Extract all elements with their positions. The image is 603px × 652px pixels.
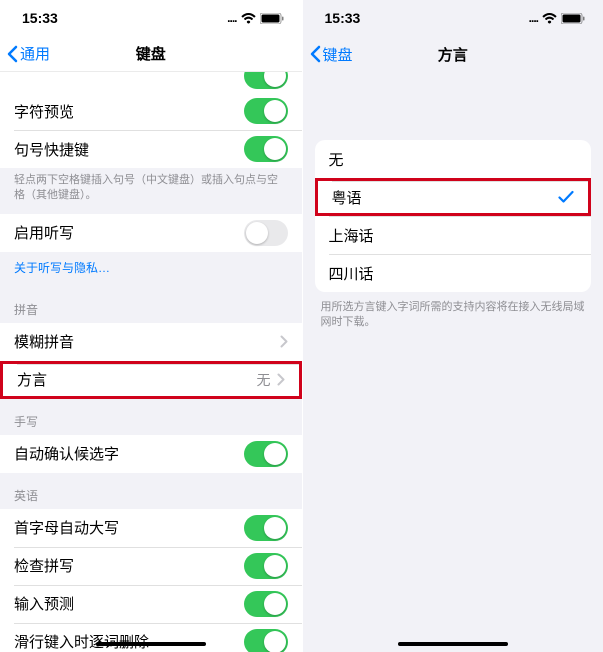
dialect-none-row[interactable]: 无 bbox=[315, 140, 592, 178]
dictation-row[interactable]: 启用听写 bbox=[0, 214, 302, 252]
fuzzy-pinyin-label: 模糊拼音 bbox=[14, 331, 280, 352]
toggle-partial[interactable] bbox=[244, 72, 288, 89]
swipe-delete-row[interactable]: 滑行键入时逐词删除 bbox=[0, 623, 302, 652]
dialect-cantonese-label: 粤语 bbox=[332, 187, 559, 208]
eng-header: 英语 bbox=[0, 473, 302, 509]
cellular-icon: .... bbox=[227, 11, 236, 25]
eng-group: 首字母自动大写检查拼写输入预测滑行键入时逐词删除 bbox=[0, 509, 302, 652]
status-bar: 15:33 .... bbox=[0, 0, 302, 36]
char-preview-label: 字符预览 bbox=[14, 101, 244, 122]
wifi-icon bbox=[542, 13, 557, 24]
spell-check-label: 检查拼写 bbox=[14, 555, 244, 576]
dictation-group: 启用听写 bbox=[0, 214, 302, 252]
char-preview-row[interactable]: 字符预览 bbox=[0, 92, 302, 130]
dialect-footer: 用所选方言键入字词所需的支持内容将在接入无线局域网时下载。 bbox=[315, 292, 592, 339]
dialect-row[interactable]: 方言无 bbox=[0, 361, 302, 399]
wifi-icon bbox=[241, 13, 256, 24]
dialect-list: 无粤语上海话四川话 bbox=[315, 140, 592, 292]
dialect-cantonese-row[interactable]: 粤语 bbox=[315, 178, 592, 216]
fuzzy-pinyin-row[interactable]: 模糊拼音 bbox=[0, 323, 302, 361]
page-title: 键盘 bbox=[136, 43, 166, 64]
spell-check-row[interactable]: 检查拼写 bbox=[0, 547, 302, 585]
page-title: 方言 bbox=[438, 44, 468, 65]
back-label: 通用 bbox=[20, 43, 50, 64]
dictation-link[interactable]: 关于听写与隐私… bbox=[0, 252, 302, 287]
screen-dialect: 15:33 .... 键盘 方言 无粤语上海话四川话 用所选方言键入字词所需的支… bbox=[302, 0, 603, 652]
back-button[interactable]: 键盘 bbox=[309, 44, 353, 65]
cellular-icon: .... bbox=[529, 11, 538, 25]
dialect-sichuan-row[interactable]: 四川话 bbox=[315, 254, 592, 292]
chevron-right-icon bbox=[277, 373, 285, 386]
hand-header: 手写 bbox=[0, 399, 302, 435]
top-group: 字符预览句号快捷键 bbox=[0, 72, 302, 168]
auto-confirm-label: 自动确认候选字 bbox=[14, 443, 244, 464]
auto-confirm-toggle[interactable] bbox=[244, 441, 288, 467]
home-indicator bbox=[96, 642, 206, 646]
swipe-delete-toggle[interactable] bbox=[244, 629, 288, 652]
dialect-none-label: 无 bbox=[329, 149, 578, 170]
top-footer: 轻点两下空格键插入句号（中文键盘）或插入句点与空格（其他键盘）。 bbox=[0, 168, 302, 214]
partial-row bbox=[0, 72, 302, 92]
back-button[interactable]: 通用 bbox=[6, 43, 50, 64]
dialect-shanghai-row[interactable]: 上海话 bbox=[315, 216, 592, 254]
status-bar: 15:33 .... bbox=[303, 0, 603, 36]
dialect-sichuan-label: 四川话 bbox=[329, 263, 578, 284]
period-shortcut-toggle[interactable] bbox=[244, 136, 288, 162]
predict-toggle[interactable] bbox=[244, 591, 288, 617]
auto-confirm-row[interactable]: 自动确认候选字 bbox=[0, 435, 302, 473]
checkmark-icon bbox=[558, 190, 574, 204]
pinyin-header: 拼音 bbox=[0, 287, 302, 323]
back-label: 键盘 bbox=[323, 44, 353, 65]
char-preview-toggle[interactable] bbox=[244, 98, 288, 124]
dialect-value: 无 bbox=[257, 370, 271, 390]
chevron-right-icon bbox=[280, 335, 288, 348]
status-time: 15:33 bbox=[325, 10, 361, 26]
spell-check-toggle[interactable] bbox=[244, 553, 288, 579]
pinyin-group: 模糊拼音方言无 bbox=[0, 323, 302, 399]
battery-icon bbox=[561, 13, 585, 24]
predict-row[interactable]: 输入预测 bbox=[0, 585, 302, 623]
screen-keyboard: 15:33 .... 通用 键盘 字符预览句号快捷键 轻点两下空格键插入句号（中… bbox=[0, 0, 302, 652]
status-time: 15:33 bbox=[22, 10, 58, 26]
auto-cap-label: 首字母自动大写 bbox=[14, 517, 244, 538]
period-shortcut-row[interactable]: 句号快捷键 bbox=[0, 130, 302, 168]
nav-bar: 通用 键盘 bbox=[0, 36, 302, 72]
hand-group: 自动确认候选字 bbox=[0, 435, 302, 473]
dictation-label: 启用听写 bbox=[14, 222, 244, 243]
period-shortcut-label: 句号快捷键 bbox=[14, 139, 244, 160]
battery-icon bbox=[260, 13, 284, 24]
dialect-shanghai-label: 上海话 bbox=[329, 225, 578, 246]
auto-cap-toggle[interactable] bbox=[244, 515, 288, 541]
auto-cap-row[interactable]: 首字母自动大写 bbox=[0, 509, 302, 547]
home-indicator bbox=[398, 642, 508, 646]
dialect-label: 方言 bbox=[17, 369, 257, 390]
dictation-toggle[interactable] bbox=[244, 220, 288, 246]
predict-label: 输入预测 bbox=[14, 593, 244, 614]
nav-bar: 键盘 方言 bbox=[303, 36, 603, 72]
